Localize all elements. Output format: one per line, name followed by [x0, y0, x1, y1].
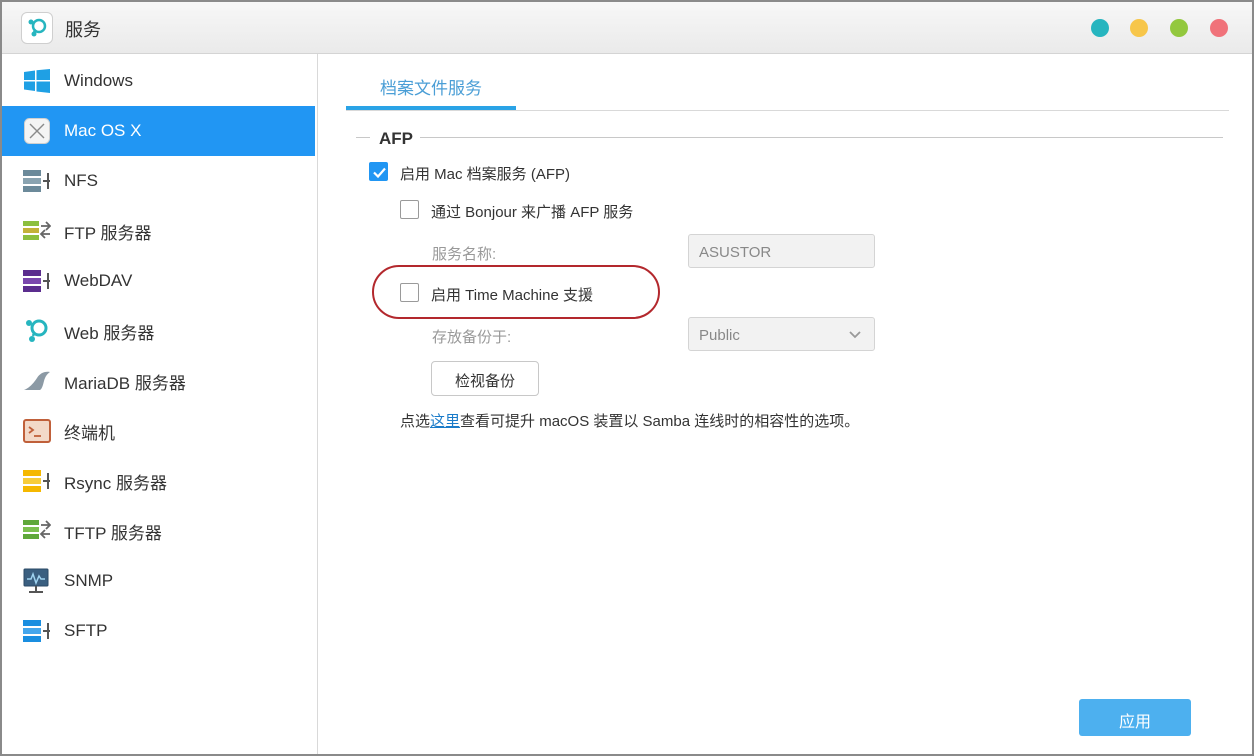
- sidebar-item-sftp[interactable]: SFTP: [2, 606, 315, 656]
- hint-suffix: 查看可提升 macOS 装置以 Samba 连线时的相容性的选项。: [460, 413, 860, 430]
- services-window: 服务 Windows Mac OS X NFS FTP 服务器 WebDAV W…: [0, 0, 1254, 756]
- sidebar-item-mariadb[interactable]: MariaDB 服务器: [2, 356, 315, 406]
- nfs-icon: [22, 166, 52, 196]
- sidebar-item-snmp[interactable]: SNMP: [2, 556, 315, 606]
- window-teal-button[interactable]: [1091, 19, 1109, 37]
- rsync-icon: [22, 466, 52, 496]
- window-maximize-button[interactable]: [1170, 19, 1188, 37]
- mariadb-icon: [22, 366, 52, 396]
- window-minimize-button[interactable]: [1130, 19, 1148, 37]
- sidebar-item-nfs[interactable]: NFS: [2, 156, 315, 206]
- hint-prefix: 点选: [400, 413, 431, 430]
- sidebar-item-webdav[interactable]: WebDAV: [2, 256, 315, 306]
- time-machine-label: 启用 Time Machine 支援: [431, 287, 593, 304]
- tftp-icon: [22, 516, 52, 546]
- sidebar-item-label: MariaDB 服务器: [64, 373, 186, 393]
- time-machine-checkbox[interactable]: [400, 283, 419, 302]
- sftp-icon: [22, 616, 52, 646]
- app-services-icon: [21, 12, 53, 44]
- sidebar-item-label: SFTP: [64, 621, 108, 640]
- chevron-down-icon: [849, 331, 861, 339]
- sidebar-item-label: SNMP: [64, 571, 114, 590]
- web-server-icon: [22, 316, 52, 346]
- sidebar-item-label: Rsync 服务器: [64, 473, 167, 493]
- enable-afp-checkbox[interactable]: [369, 162, 388, 181]
- sidebar-item-tftp[interactable]: TFTP 服务器: [2, 506, 315, 556]
- sidebar-item-web-server[interactable]: Web 服务器: [2, 306, 315, 356]
- bonjour-label: 通过 Bonjour 来广播 AFP 服务: [431, 204, 634, 221]
- terminal-icon: [22, 416, 52, 446]
- enable-afp-label: 启用 Mac 档案服务 (AFP): [400, 166, 571, 183]
- windows-icon: [22, 66, 52, 96]
- sidebar-item-label: Web 服务器: [64, 323, 155, 343]
- sidebar: Windows Mac OS X NFS FTP 服务器 WebDAV Web …: [2, 54, 318, 754]
- ftp-icon: [22, 216, 52, 246]
- macos-icon: [22, 116, 52, 146]
- fieldset-border: [420, 137, 1223, 138]
- checkmark-icon: [373, 167, 386, 179]
- tab-file-service[interactable]: 档案文件服务: [346, 60, 516, 110]
- bonjour-checkbox[interactable]: [400, 200, 419, 219]
- sidebar-item-label: 终端机: [64, 423, 115, 443]
- sidebar-item-ftp[interactable]: FTP 服务器: [2, 206, 315, 256]
- backup-location-select[interactable]: Public: [688, 317, 875, 351]
- tab-divider: [346, 110, 1229, 111]
- sidebar-item-windows[interactable]: Windows: [2, 56, 315, 106]
- afp-section-title: AFP: [379, 129, 413, 148]
- webdav-icon: [22, 266, 52, 296]
- hint-link[interactable]: 这里: [430, 413, 460, 430]
- sidebar-item-label: NFS: [64, 171, 98, 190]
- sidebar-item-label: FTP 服务器: [64, 223, 152, 243]
- window-title: 服务: [65, 20, 101, 40]
- sidebar-item-label: Mac OS X: [64, 121, 142, 140]
- apply-button[interactable]: 应用: [1079, 699, 1191, 736]
- sidebar-item-rsync[interactable]: Rsync 服务器: [2, 456, 315, 506]
- backup-location-label: 存放备份于:: [432, 329, 512, 346]
- window-close-button[interactable]: [1210, 19, 1228, 37]
- view-backup-button[interactable]: 检视备份: [431, 361, 539, 396]
- snmp-icon: [22, 566, 52, 596]
- backup-location-value: Public: [699, 327, 740, 344]
- sidebar-item-label: TFTP 服务器: [64, 523, 162, 543]
- sidebar-item-terminal[interactable]: 终端机: [2, 406, 315, 456]
- fieldset-border: [356, 137, 370, 138]
- samba-compat-hint: 点选这里查看可提升 macOS 装置以 Samba 连线时的相容性的选项。: [400, 410, 859, 431]
- service-name-label: 服务名称:: [432, 246, 497, 263]
- sidebar-item-label: Windows: [64, 71, 133, 90]
- sidebar-item-macos[interactable]: Mac OS X: [2, 106, 315, 156]
- sidebar-item-label: WebDAV: [64, 271, 133, 290]
- service-name-input[interactable]: ASUSTOR: [688, 234, 875, 268]
- title-bar: 服务: [2, 2, 1252, 54]
